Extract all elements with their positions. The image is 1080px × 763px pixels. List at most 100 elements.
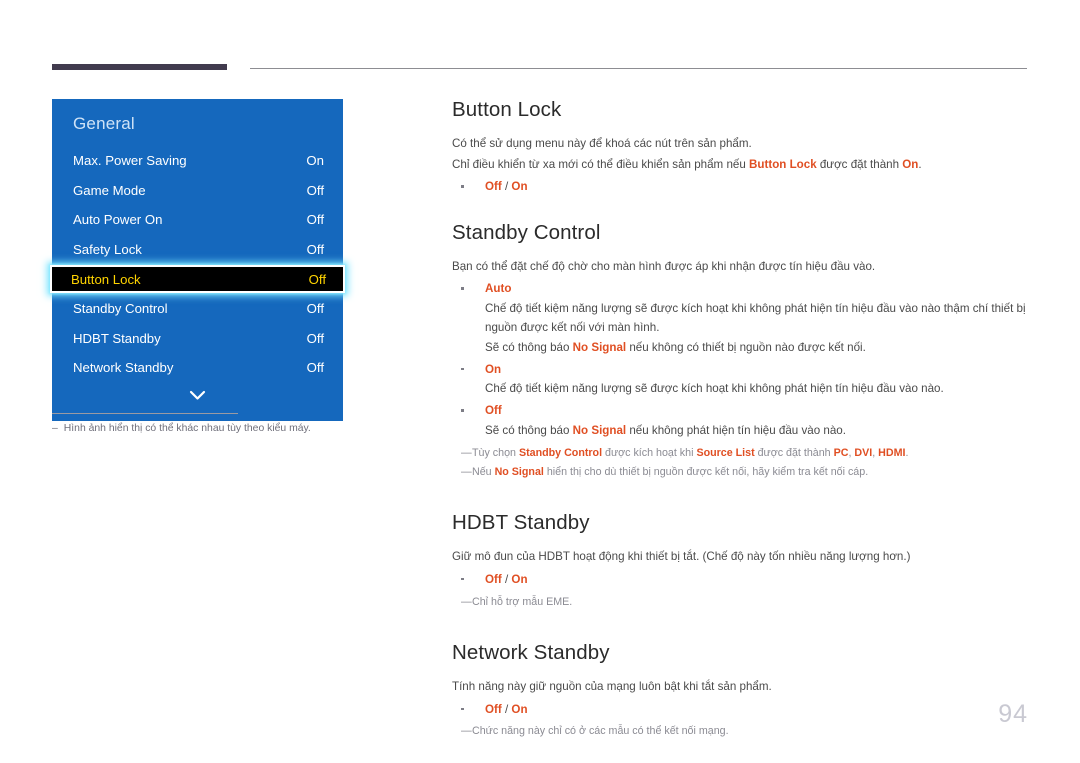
keyword-button-lock: Button Lock <box>749 157 817 171</box>
text-fragment: Tùy chọn <box>472 446 519 459</box>
list-item: Off / On <box>452 571 1030 590</box>
option-description: Chế độ tiết kiệm năng lượng sẽ được kích… <box>485 302 1026 334</box>
section-title: Network Standby <box>452 640 610 664</box>
note-dash: — <box>461 446 472 459</box>
header-accent-bar <box>52 64 227 70</box>
osd-panel-title: General <box>73 114 135 133</box>
option-auto: Auto <box>485 282 512 296</box>
option-separator: / <box>501 572 512 586</box>
section-title: Standby Control <box>452 220 601 244</box>
text-fragment: . <box>918 157 922 171</box>
option-description: Chế độ tiết kiệm năng lượng sẽ được kích… <box>485 382 944 396</box>
caption-row: – Hình ảnh hiển thị có thể khác nhau tùy… <box>52 422 382 437</box>
paragraph: Có thể sử dụng menu này để khoá các nút … <box>452 137 752 150</box>
osd-scroll-down-button[interactable] <box>52 385 343 407</box>
osd-item-value: On <box>306 153 324 169</box>
text-fragment: được đặt thành <box>754 446 834 459</box>
text-fragment: nếu không có thiết bị nguồn nào được kết… <box>626 340 866 354</box>
option-on: On <box>511 180 528 194</box>
list-item: On Chế độ tiết kiệm năng lượng sẽ được k… <box>452 361 1030 400</box>
text-fragment: được kích hoạt khi <box>602 446 697 459</box>
list-item: Auto Chế độ tiết kiệm năng lượng sẽ được… <box>452 280 1030 357</box>
option-off: Off <box>485 572 502 586</box>
section-title: HDBT Standby <box>452 511 590 535</box>
osd-item-value: Off <box>306 360 324 376</box>
note-dash: — <box>461 466 472 478</box>
section-title: Button Lock <box>452 98 562 121</box>
keyword-on: On <box>902 157 919 171</box>
option-off: Off <box>485 404 502 418</box>
caption-dash: – <box>52 423 58 434</box>
option-separator: / <box>501 180 512 194</box>
list-item: Off / On <box>452 178 1030 197</box>
option-on: On <box>511 572 528 586</box>
osd-item-label: Safety Lock <box>73 242 142 258</box>
osd-item-safety-lock[interactable]: Safety Lock Off <box>52 235 343 265</box>
osd-menu: General Max. Power Saving On Game Mode O… <box>50 99 345 421</box>
paragraph: Bạn có thể đặt chế độ chờ cho màn hình đ… <box>452 259 876 273</box>
option-list: Off / On <box>452 178 1030 197</box>
osd-item-label: Network Standby <box>73 360 174 376</box>
option-on: On <box>485 362 502 376</box>
keyword-pc: PC <box>833 446 849 459</box>
text-fragment: . <box>905 446 909 459</box>
text-fragment: Sẽ có thông báo <box>485 340 573 354</box>
keyword-no-signal: No Signal <box>494 466 544 478</box>
note: —Nếu No Signal hiển thị cho dù thiết bị … <box>452 464 1030 481</box>
page-header-rules <box>52 64 1027 74</box>
note-list: —Tùy chọn Standby Control được kích hoạt… <box>452 445 1030 482</box>
osd-item-game-mode[interactable]: Game Mode Off <box>52 176 343 206</box>
osd-item-label: HDBT Standby <box>73 330 161 346</box>
option-description: Sẽ có thông báo No Signal nếu không phát… <box>485 422 1030 441</box>
section-button-lock: Button Lock Có thể sử dụng menu này để k… <box>452 98 1030 197</box>
text-fragment: hiển thị cho dù thiết bị nguồn được kết … <box>543 466 869 478</box>
osd-item-hdbt-standby[interactable]: HDBT Standby Off <box>52 324 343 354</box>
keyword-hdmi: HDMI <box>878 446 906 459</box>
paragraph: Chỉ điều khiển từ xa mới có thể điều khi… <box>452 156 1030 175</box>
content-column: Button Lock Có thể sử dụng menu này để k… <box>452 98 1030 743</box>
osd-item-value: Off <box>308 271 326 287</box>
note: —Chỉ hỗ trợ mẫu EME. <box>452 594 1030 611</box>
text-fragment: Chỉ hỗ trợ mẫu EME. <box>472 595 573 608</box>
option-list: Off / On <box>452 571 1030 590</box>
figure-caption: – Hình ảnh hiển thị có thể khác nhau tùy… <box>52 413 382 437</box>
text-fragment: Sẽ có thông báo <box>485 423 573 437</box>
osd-item-network-standby[interactable]: Network Standby Off <box>52 353 343 383</box>
osd-item-standby-control[interactable]: Standby Control Off <box>52 294 343 324</box>
chevron-down-icon <box>189 390 206 401</box>
option-off: Off <box>485 180 502 194</box>
caption-text: Hình ảnh hiển thị có thể khác nhau tùy t… <box>63 423 311 434</box>
keyword-no-signal: No Signal <box>572 423 627 437</box>
osd-item-label: Auto Power On <box>73 212 163 228</box>
note-list: —Chỉ hỗ trợ mẫu EME. <box>452 594 1030 611</box>
osd-selected-slot: Button Lock Off <box>50 264 345 294</box>
page-number: 94 <box>998 700 1028 728</box>
osd-item-label: Game Mode <box>73 182 146 198</box>
note: —Tùy chọn Standby Control được kích hoạt… <box>452 445 1030 462</box>
text-fragment: Nếu <box>472 466 495 478</box>
keyword-no-signal: No Signal <box>572 340 627 354</box>
text-fragment: được đặt thành <box>816 157 903 171</box>
list-item: Off Sẽ có thông báo No Signal nếu không … <box>452 402 1030 441</box>
osd-item-auto-power-on[interactable]: Auto Power On Off <box>52 205 343 235</box>
osd-item-label: Standby Control <box>73 301 168 317</box>
option-description-2: Sẽ có thông báo No Signal nếu không có t… <box>485 339 1030 358</box>
header-divider-line <box>250 68 1027 69</box>
note-dash: — <box>461 595 472 608</box>
osd-item-value: Off <box>306 330 324 346</box>
osd-item-label: Max. Power Saving <box>73 153 187 169</box>
text-fragment: nếu không phát hiện tín hiệu đầu vào nào… <box>626 423 846 437</box>
osd-item-value: Off <box>306 212 324 228</box>
osd-item-value: Off <box>306 301 324 317</box>
osd-item-button-lock[interactable]: Button Lock Off <box>50 265 345 294</box>
osd-item-label: Button Lock <box>71 271 141 287</box>
section-hdbt-standby: HDBT Standby Giữ mô đun của HDBT hoạt độ… <box>452 511 1030 611</box>
keyword-source-list: Source List <box>696 446 755 459</box>
keyword-dvi: DVI <box>854 446 873 459</box>
paragraph: Tính năng này giữ nguồn của mạng luôn bậ… <box>452 679 772 693</box>
section-standby-control: Standby Control Bạn có thể đặt chế độ ch… <box>452 221 1030 481</box>
caption-divider <box>52 413 238 414</box>
osd-item-max-power-saving[interactable]: Max. Power Saving On <box>52 146 343 176</box>
paragraph: Giữ mô đun của HDBT hoạt động khi thiết … <box>452 550 911 564</box>
keyword-standby-control: Standby Control <box>518 446 603 459</box>
